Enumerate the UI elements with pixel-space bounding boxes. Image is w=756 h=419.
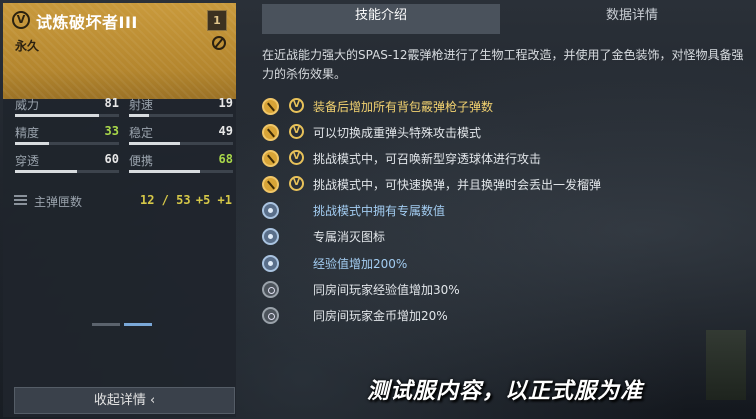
stat-value: 60 [104, 152, 119, 166]
perk-text: 可以切换成重弹头特殊攻击模式 [313, 126, 482, 140]
stat-value: 68 [218, 152, 233, 166]
page-dot-active[interactable] [124, 323, 152, 326]
duration-label: 永久 [15, 39, 40, 53]
gold-mode-icon [262, 124, 279, 141]
test-server-watermark: 测试服内容，以正式服为准 [367, 379, 644, 404]
perk-item: V 可以切换成重弹头特殊攻击模式 [262, 123, 750, 145]
stat-power: 威力 81 [15, 96, 119, 122]
stat-bar [129, 142, 233, 145]
stat-rate: 射速 19 [129, 96, 233, 122]
stat-bar [15, 114, 119, 117]
vip-tag-icon: V [289, 176, 304, 191]
stat-bar [15, 170, 119, 173]
page-indicator [92, 323, 154, 326]
perk-text: 装备后增加所有背包霰弹枪子弹数 [313, 100, 494, 114]
perk-text: 挑战模式中，可快速换弹，并且换弹时会丢出一发榴弹 [313, 178, 602, 192]
stat-value: 33 [104, 124, 119, 138]
stat-label: 射速 [129, 98, 154, 112]
gold-ammo-icon [262, 98, 279, 115]
perk-item: V 挑战模式中，可召唤新型穿透球体进行攻击 [262, 149, 750, 171]
stat-value: 81 [104, 96, 119, 110]
perk-item: 专属消灭图标 [262, 227, 750, 249]
magazine-bonus: +5 +1 [195, 193, 232, 207]
perk-item: V 挑战模式中，可快速换弹，并且换弹时会丢出一发榴弹 [262, 175, 750, 197]
room-exp-icon [262, 281, 279, 298]
weapon-name: 试炼破坏者III [36, 13, 138, 32]
magazine-icon [14, 195, 27, 206]
stat-label: 精度 [15, 126, 40, 140]
stat-bar [129, 114, 233, 117]
weapon-description: 在近战能力强大的SPAS-12霰弹枪进行了生物工程改造，并使用了金色装饰，对怪物… [262, 48, 744, 81]
perk-item: 同房间玩家金币增加20% [262, 306, 750, 328]
blue-kill-icon [262, 228, 279, 245]
perk-text: 挑战模式中，可召唤新型穿透球体进行攻击 [313, 152, 542, 166]
gold-grenade-icon [262, 176, 279, 193]
perk-item: 挑战模式中拥有专属数值 [262, 201, 750, 223]
vip-tag-icon: V [289, 150, 304, 165]
stat-stability: 稳定 49 [129, 124, 233, 150]
blue-value-icon [262, 202, 279, 219]
tab-data-details[interactable]: 数据详情 [512, 4, 752, 34]
weapon-card: V 试炼破坏者III 1 永久 威力 81 射速 19 精度 33 稳定 49 … [3, 3, 236, 417]
stat-bar [129, 170, 233, 173]
page-dot[interactable] [92, 323, 120, 326]
magazine-row: 主弹匣数 12 / 53 +5 +1 [14, 193, 232, 209]
stat-accuracy: 精度 33 [15, 124, 119, 150]
stat-label: 稳定 [129, 126, 154, 140]
stat-penetration: 穿透 60 [15, 152, 119, 178]
stat-portability: 便携 68 [129, 152, 233, 178]
tier-badge: 1 [207, 10, 227, 31]
perk-text: 经验值增加200% [313, 257, 408, 271]
weapon-card-header: V 试炼破坏者III 1 永久 [3, 3, 236, 99]
perk-text: 挑战模式中拥有专属数值 [313, 204, 446, 218]
perk-item: 同房间玩家经验值增加30% [262, 280, 750, 302]
perk-item: 经验值增加200% [262, 254, 750, 276]
exp-icon [262, 255, 279, 272]
room-gold-icon [262, 307, 279, 324]
vip-tag-icon: V [289, 98, 304, 113]
perk-text: 同房间玩家金币增加20% [313, 309, 448, 323]
vip-tag-icon: V [289, 124, 304, 139]
stat-label: 便携 [129, 154, 154, 168]
gold-sphere-icon [262, 150, 279, 167]
perk-item: V 装备后增加所有背包霰弹枪子弹数 [262, 97, 750, 119]
vip-badge-icon: V [12, 11, 30, 29]
stat-label: 穿透 [15, 154, 40, 168]
stat-value: 49 [218, 124, 233, 138]
perk-text: 同房间玩家经验值增加30% [313, 283, 460, 297]
permanent-icon [212, 36, 226, 50]
stat-bar [15, 142, 119, 145]
magazine-label: 主弹匣数 [34, 195, 83, 209]
stat-label: 威力 [15, 98, 40, 112]
tab-bar: 技能介绍 数据详情 [262, 4, 752, 34]
collapse-details-button[interactable]: 收起详情 ‹ [14, 387, 235, 414]
stat-value: 19 [218, 96, 233, 110]
tab-skills[interactable]: 技能介绍 [262, 4, 500, 34]
magazine-value: 12 / 53 [140, 193, 191, 207]
perk-text: 专属消灭图标 [313, 230, 386, 244]
